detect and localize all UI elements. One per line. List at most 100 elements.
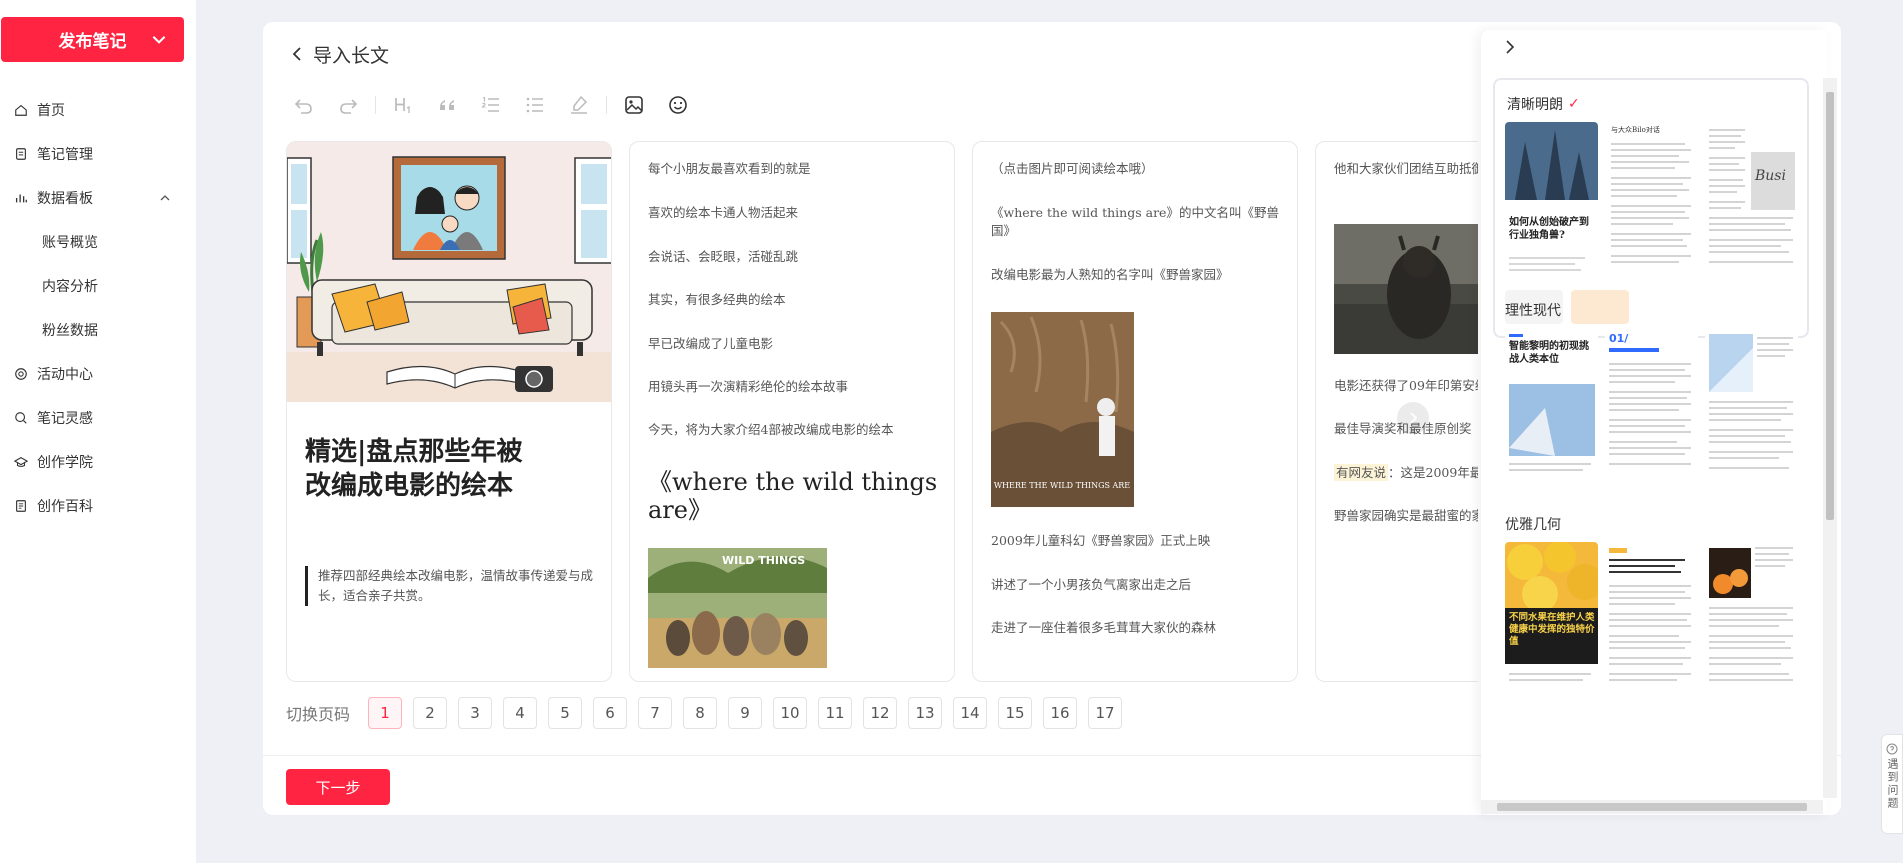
page-button[interactable]: 17 <box>1088 697 1122 729</box>
template-panel-hscroll-thumb[interactable] <box>1497 803 1807 811</box>
preview-card-2[interactable]: 每个小朋友最喜欢看到的就是 喜欢的绘本卡通人物活起来 会说话、会眨眼，活碰乱跳 … <box>629 141 955 682</box>
sidebar-item-data-board[interactable]: 数据看板 <box>0 176 196 220</box>
template-thumb[interactable]: 01/ <box>1605 328 1698 486</box>
thumb-preview: 01/ <box>1609 332 1691 465</box>
page-button[interactable]: 16 <box>1043 697 1077 729</box>
sidebar-item-label: 数据看板 <box>37 191 93 207</box>
sidebar-item-home[interactable]: 首页 <box>0 88 196 132</box>
toolbar-divider <box>375 96 376 114</box>
sidebar-item-label: 账号概览 <box>42 235 98 251</box>
sidebar-item-creator-academy[interactable]: 创作学院 <box>0 440 196 484</box>
svg-text:Busi: Busi <box>1754 168 1786 184</box>
card-line: 每个小朋友最喜欢看到的就是 <box>648 161 811 176</box>
template-thumb[interactable] <box>1705 328 1798 486</box>
template-group-clear[interactable]: 清晰明朗 ✓ 如何从创始破产到行业独角兽? 与大众Bilo对话 Busi <box>1493 78 1809 338</box>
template-thumb[interactable]: 与大众Bilo对话 <box>1605 122 1698 280</box>
template-thumb[interactable]: 智能黎明的初现挑战人类本位 <box>1505 328 1598 486</box>
poster-title: WHERE THE WILD THINGS ARE <box>994 481 1130 490</box>
quote-button[interactable] <box>434 92 460 118</box>
template-group-elegant[interactable]: 优雅几何 不同水果在维护人类健康中发挥的独特价值 <box>1493 514 1809 704</box>
emoji-button[interactable] <box>665 92 691 118</box>
editor-toolbar <box>291 90 709 120</box>
undo-button[interactable] <box>291 92 317 118</box>
chevron-left-icon[interactable] <box>289 45 307 63</box>
page-button[interactable]: 5 <box>548 697 582 729</box>
card-line: 用镜头再一次演精彩绝伦的绘本故事 <box>648 379 849 394</box>
sidebar-item-label: 活动中心 <box>37 367 93 383</box>
template-panel-scroll-thumb[interactable] <box>1826 92 1834 520</box>
thumb-preview: 与大众Bilo对话 <box>1611 125 1691 263</box>
preview-card-3[interactable]: （点击图片即可阅读绘本哦） 《where the wild things are… <box>972 141 1298 682</box>
page-button[interactable]: 7 <box>638 697 672 729</box>
chevron-right-icon[interactable] <box>1501 38 1519 56</box>
page-button[interactable]: 11 <box>818 697 852 729</box>
bullet-list-button[interactable] <box>522 92 548 118</box>
page-button[interactable]: 3 <box>458 697 492 729</box>
emoji-icon <box>669 96 687 114</box>
page-button[interactable]: 1 <box>368 697 402 729</box>
netizen-text: ：这是2009年最温 <box>1388 465 1478 480</box>
chevron-up-icon[interactable] <box>158 191 172 205</box>
sidebar-item-content-analysis[interactable]: 内容分析 <box>0 264 196 308</box>
template-thumb[interactable]: 如何从创始破产到行业独角兽? <box>1505 122 1598 280</box>
bullet-list-icon <box>526 97 543 113</box>
sidebar-item-note-inspiration[interactable]: 笔记灵感 <box>0 396 196 440</box>
help-tab[interactable]: 遇到问题 <box>1881 734 1903 834</box>
template-group-modern[interactable]: 理性现代 智能黎明的初现挑战人类本位 01/ <box>1493 300 1809 490</box>
page-button[interactable]: 8 <box>683 697 717 729</box>
sidebar-item-activity-center[interactable]: 活动中心 <box>0 352 196 396</box>
question-icon <box>1886 743 1898 755</box>
page-button[interactable]: 12 <box>863 697 897 729</box>
template-thumb[interactable] <box>1605 542 1698 700</box>
sidebar-item-creator-wiki[interactable]: 创作百科 <box>0 484 196 528</box>
page-button[interactable]: 14 <box>953 697 987 729</box>
page-button[interactable]: 13 <box>908 697 942 729</box>
card-line: 会说话、会眨眼，活碰乱跳 <box>648 249 799 264</box>
template-thumb[interactable] <box>1705 542 1798 700</box>
template-group-name: 优雅几何 <box>1505 517 1561 533</box>
quote-icon <box>440 100 454 110</box>
insert-image-button[interactable] <box>621 92 647 118</box>
card-line: 早已改编成了儿童电影 <box>648 336 774 351</box>
template-panel: 清晰明朗 ✓ 如何从创始破产到行业独角兽? 与大众Bilo对话 Busi 理性现… <box>1481 30 1827 815</box>
chevron-right-icon <box>1410 412 1418 424</box>
template-thumb[interactable]: Busi <box>1705 122 1798 280</box>
chevron-down-icon[interactable] <box>150 30 168 48</box>
page-switcher: 切换页码 1 2 3 4 5 6 7 8 9 10 11 12 13 14 15 16 17 <box>286 696 1133 730</box>
movie-still-image <box>1334 224 1478 354</box>
highlight-button[interactable] <box>566 92 592 118</box>
heading-button[interactable] <box>390 92 416 118</box>
preview-card-4[interactable]: 他和大家伙们团结互助抵御 电影还获得了09年印第安纳 最佳导演奖和最佳原创奖 有… <box>1315 141 1478 682</box>
sidebar-item-note-management[interactable]: 笔记管理 <box>0 132 196 176</box>
thumb-preview: 不同水果在维护人类健康中发挥的独特价值 <box>1505 542 1598 681</box>
toolbar-divider <box>606 96 607 114</box>
wiki-icon <box>13 498 29 514</box>
back-header[interactable]: 导入长文 <box>289 42 389 67</box>
page-button[interactable]: 9 <box>728 697 762 729</box>
card-line: 走进了一座住着很多毛茸茸大家伙的森林 <box>991 620 1217 635</box>
sidebar-item-account-overview[interactable]: 账号概览 <box>0 220 196 264</box>
card-line: 讲述了一个小男孩负气离家出走之后 <box>991 577 1192 592</box>
card-line: 今天，将为大家介绍4部被改编成电影的绘本 <box>648 422 894 437</box>
next-slide-button[interactable] <box>1397 402 1429 434</box>
redo-button[interactable] <box>335 92 361 118</box>
publish-note-button[interactable]: 发布笔记 <box>1 17 184 62</box>
template-thumb[interactable]: 不同水果在维护人类健康中发挥的独特价值 <box>1505 542 1598 700</box>
sidebar-item-fans-data[interactable]: 粉丝数据 <box>0 308 196 352</box>
card-line: 《where the wild things are》的中文名叫《野兽国》 <box>991 205 1279 238</box>
page-button[interactable]: 10 <box>773 697 807 729</box>
page-button[interactable]: 15 <box>998 697 1032 729</box>
card-line: （点击图片即可阅读绘本哦） <box>991 161 1154 176</box>
page-button[interactable]: 2 <box>413 697 447 729</box>
page-button[interactable]: 4 <box>503 697 537 729</box>
ordered-list-button[interactable] <box>478 92 504 118</box>
sidebar-item-label: 创作百科 <box>37 499 93 515</box>
page-button[interactable]: 6 <box>593 697 627 729</box>
image-icon <box>625 96 643 114</box>
redo-icon <box>340 99 358 114</box>
next-step-button[interactable]: 下一步 <box>286 769 390 805</box>
ordered-list-icon <box>481 96 499 112</box>
undo-icon <box>294 99 312 114</box>
thumb-preview: 如何从创始破产到行业独角兽? <box>1505 122 1598 271</box>
preview-card-cover[interactable]: 精选|盘点那些年被改编成电影的绘本 推荐四部经典绘本改编电影，温情故事传递爱与成… <box>286 141 612 682</box>
